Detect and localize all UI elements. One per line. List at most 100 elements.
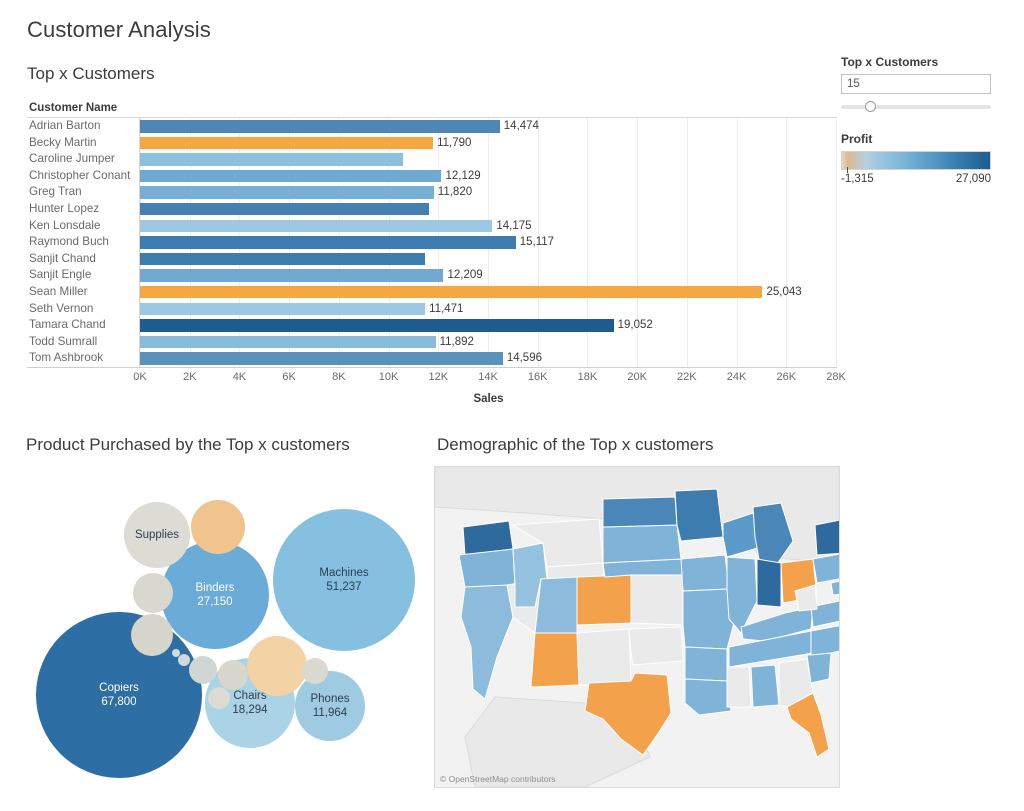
top-x-customers-input[interactable]: 15 [841, 74, 991, 94]
top-customers-bar-chart[interactable]: Customer Name Adrian Barton Becky Martin C… [27, 101, 846, 405]
demographic-map[interactable]: © OpenStreetMap contributors [434, 466, 840, 788]
table-row[interactable]: 19,052 [140, 317, 836, 334]
product-bubble-chart[interactable]: Copiers 67,800 Machines 51,237 Binders 27,150… [26, 463, 426, 803]
bubble-unlabeled[interactable] [131, 614, 173, 656]
bubble-unlabeled[interactable] [208, 687, 230, 709]
bar-category-label-row[interactable]: Hunter Lopez [27, 201, 139, 218]
bar-rect[interactable] [140, 302, 426, 316]
map-attribution: © OpenStreetMap contributors [440, 774, 556, 784]
map-state-south-dakota[interactable] [602, 524, 682, 564]
map-state-utah[interactable] [534, 576, 578, 636]
bubble-unlabeled[interactable] [191, 500, 245, 554]
table-row[interactable]: 11,892 [140, 334, 836, 351]
bar-rect[interactable] [140, 136, 434, 150]
map-state-minnesota[interactable] [674, 488, 724, 542]
x-axis-tick-label: 14K [478, 371, 498, 383]
map-state-new-mexico[interactable] [576, 628, 632, 686]
table-row[interactable]: 11,471 [140, 301, 836, 318]
table-row[interactable]: 11,790 [140, 135, 836, 152]
bar-category-label-row[interactable]: Becky Martin [27, 135, 139, 152]
x-axis-tick-label: 18K [577, 371, 598, 383]
map-state-oregon[interactable] [458, 548, 516, 588]
table-row[interactable]: 14,596 [140, 350, 836, 367]
bar-category-label: Todd Sumrall [29, 334, 98, 348]
bar-category-label: Raymond Buch [29, 235, 109, 249]
bubble-unlabeled[interactable] [247, 636, 307, 696]
table-row[interactable] [140, 251, 836, 268]
map-state-iowa[interactable] [680, 554, 730, 592]
bar-rect[interactable] [140, 120, 500, 133]
legend-gradient[interactable] [841, 151, 991, 173]
bar-rect[interactable] [140, 219, 493, 233]
map-state-kansas[interactable] [630, 574, 684, 626]
bar-category-label-row[interactable]: Raymond Buch [27, 234, 139, 251]
table-row[interactable]: 25,043 [140, 284, 836, 301]
table-row[interactable]: 11,820 [140, 184, 836, 201]
bar-rect[interactable] [140, 169, 442, 183]
bar-rect[interactable] [140, 269, 444, 282]
bar-category-label-row[interactable]: Tom Ashbrook [27, 350, 139, 367]
bubble-unlabeled[interactable] [178, 654, 190, 666]
bar-rect[interactable] [140, 335, 436, 349]
bubble-unlabeled[interactable] [172, 649, 180, 657]
table-row[interactable]: 12,129 [140, 168, 836, 185]
bubble-value: 27,150 [197, 596, 233, 608]
bubble-label: Copiers 67,800 [36, 681, 202, 709]
bubble-supplies[interactable]: Supplies [124, 502, 190, 568]
bar-rect[interactable] [140, 186, 434, 199]
bar-category-label-row[interactable]: Sean Miller [27, 284, 139, 301]
bar-category-label-row[interactable]: Sanjit Chand [27, 251, 139, 268]
bar-category-label: Hunter Lopez [29, 201, 100, 215]
bubble-copiers[interactable]: Copiers 67,800 [36, 612, 202, 778]
bar-rect[interactable] [140, 236, 516, 249]
table-row[interactable] [140, 201, 836, 218]
bubble-unlabeled[interactable] [133, 573, 173, 613]
bar-category-label-row[interactable]: Todd Sumrall [27, 334, 139, 351]
map-state-alabama[interactable] [750, 664, 780, 708]
table-row[interactable]: 15,117 [140, 234, 836, 251]
bar-category-label-row[interactable]: Seth Vernon [27, 301, 139, 318]
table-row[interactable] [140, 151, 836, 168]
table-row[interactable]: 14,175 [140, 218, 836, 235]
top-x-customers-slider[interactable] [841, 100, 991, 114]
bubble-unlabeled[interactable] [302, 658, 328, 684]
bar-category-label-row[interactable]: Greg Tran [27, 184, 139, 201]
bar-category-label-row[interactable]: Adrian Barton [27, 118, 139, 135]
map-state-arizona[interactable] [530, 632, 580, 688]
bubble-unlabeled[interactable] [218, 660, 248, 690]
map-state-north-dakota[interactable] [602, 496, 678, 528]
bar-value-label: 25,043 [766, 285, 802, 298]
map-state-oklahoma[interactable] [628, 626, 684, 666]
x-axis-tick-label: 24K [726, 371, 747, 383]
slider-track[interactable] [841, 105, 991, 109]
bubble-machines[interactable]: Machines 51,237 [273, 509, 415, 651]
bar-rect[interactable] [140, 285, 763, 299]
bar-category-label: Tom Ashbrook [29, 351, 104, 365]
bar-rect[interactable] [140, 252, 425, 266]
bubble-label: Machines 51,237 [273, 566, 415, 594]
bar-category-label-row[interactable]: Ken Lonsdale [27, 218, 139, 235]
bar-category-label-row[interactable]: Caroline Jumper [27, 151, 139, 168]
map-state-arkansas[interactable] [684, 646, 728, 682]
bar-rect[interactable] [140, 352, 503, 365]
map-state-colorado[interactable] [576, 574, 634, 626]
bar-rect[interactable] [140, 202, 429, 216]
x-axis-tick-label: 20K [627, 371, 647, 383]
bubble-phones[interactable]: Phones 11,964 [295, 671, 365, 741]
bubble-panel-title: Product Purchased by the Top x customers [26, 435, 350, 454]
table-row[interactable]: 14,474 [140, 118, 836, 135]
map-state-south-carolina[interactable] [806, 652, 832, 684]
table-row[interactable]: 12,209 [140, 267, 836, 284]
bubble-unlabeled[interactable] [189, 656, 217, 684]
bar-rect[interactable] [140, 153, 404, 166]
customer-name-column-header: Customer Name [27, 101, 837, 118]
map-state-mississippi[interactable] [726, 666, 752, 708]
x-axis-tick-label: 10K [378, 371, 399, 383]
bar-category-label-row[interactable]: Christopher Conant [27, 168, 139, 185]
bar-category-label-row[interactable]: Tamara Chand [27, 317, 139, 334]
x-axis-tick-label: 12K [428, 371, 449, 383]
map-state-indiana[interactable] [756, 558, 782, 608]
bar-category-label-row[interactable]: Sanjit Engle [27, 267, 139, 284]
bar-rect[interactable] [140, 319, 614, 332]
slider-thumb[interactable] [864, 101, 876, 112]
